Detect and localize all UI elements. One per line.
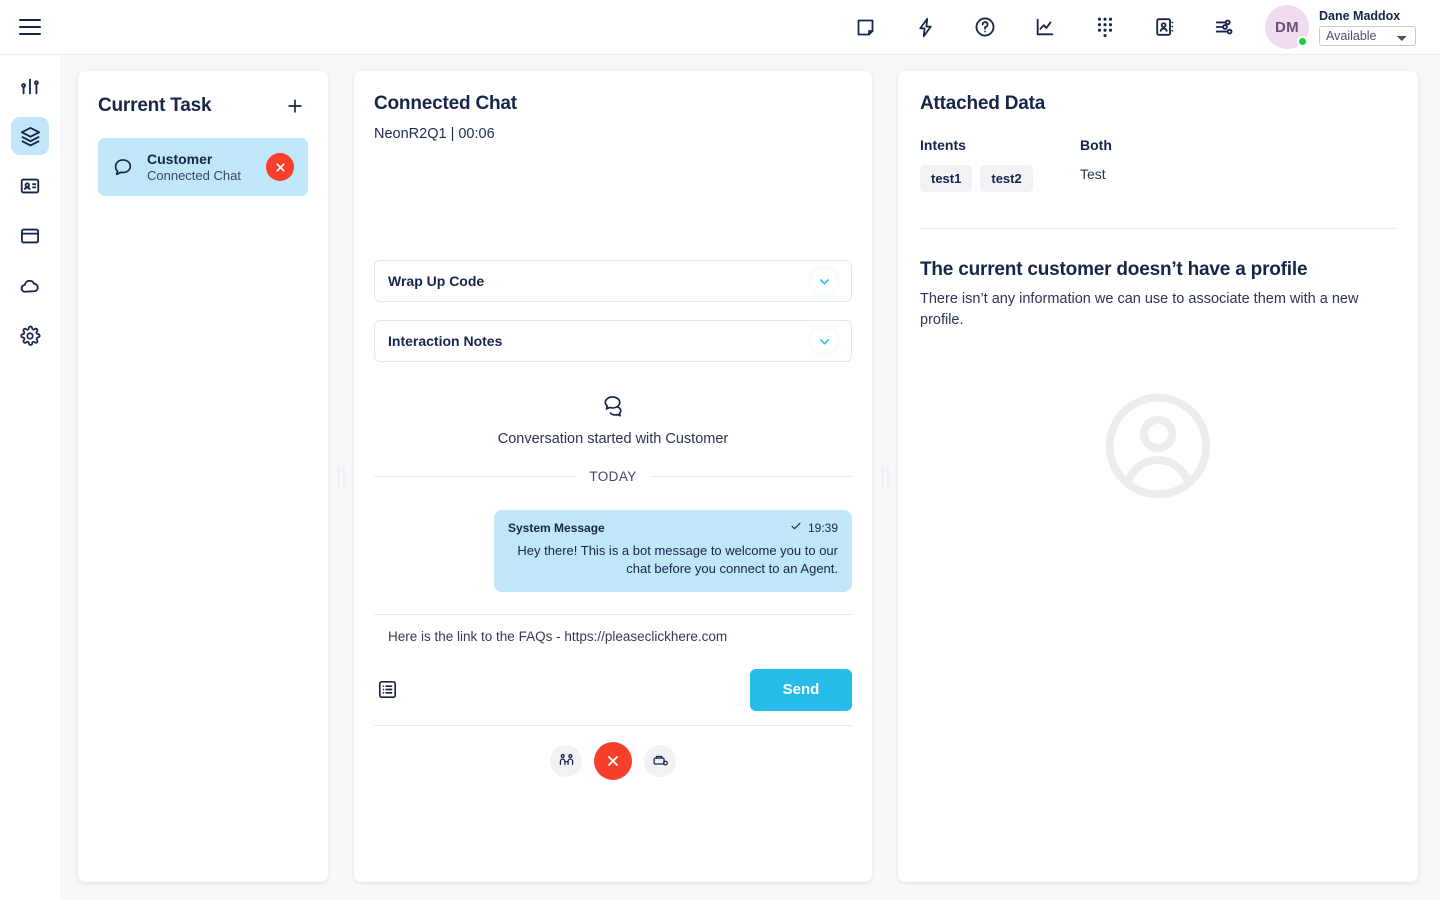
message-author: System Message [508,521,605,535]
separator-line-left [374,476,575,477]
interaction-controls [374,742,852,786]
add-task-icon[interactable] [282,93,308,119]
sidebar-item-cloud[interactable] [11,267,49,305]
attached-field-value: Test [1080,166,1240,182]
accordion-interaction-notes[interactable]: Interaction Notes [374,320,852,362]
dialpad-icon[interactable] [1085,7,1125,47]
current-task-panel: Current Task Customer [78,71,328,882]
topbar-icon-group [845,7,1251,47]
chat-spacer [374,142,852,260]
avatar[interactable]: DM [1265,5,1309,49]
separator-line-right [651,476,852,477]
address-book-icon[interactable] [1145,7,1185,47]
conversation-started-text: Conversation started with Customer [374,431,852,447]
profile-empty-title: The current customer doesn’t have a prof… [920,259,1396,281]
task-text: Customer Connected Chat [147,151,253,183]
send-button[interactable]: Send [750,669,852,711]
message-time: 19:39 [808,521,838,535]
workspace: Current Task Customer [60,55,1440,900]
attached-field-both: Both Test [1080,137,1240,192]
chat-title: Connected Chat [374,93,852,115]
park-interaction-button[interactable] [644,745,676,777]
composer-actions: Send [374,669,852,726]
left-nav-rail [0,55,60,900]
user-name: Dane Maddox [1319,9,1416,23]
sidebar-item-contacts[interactable] [11,167,49,205]
accordion-label: Interaction Notes [388,333,811,349]
intent-chip-list: test1 test2 [920,165,1080,192]
sliders-icon[interactable] [1205,7,1245,47]
help-circle-icon[interactable] [965,7,1005,47]
day-separator: TODAY [374,469,852,484]
chevron-down-icon [811,328,837,354]
message-bubble: System Message 19:39 Hey there! This [494,510,852,592]
task-item-customer[interactable]: Customer Connected Chat [98,138,308,196]
message-list: System Message 19:39 Hey there! This [374,510,852,592]
canned-responses-icon[interactable] [374,677,400,703]
sidebar-item-settings[interactable] [11,317,49,355]
attached-field-intents: Intents test1 test2 [920,137,1080,192]
double-chat-bubble-icon [599,405,627,422]
end-interaction-button[interactable] [594,742,632,780]
message-input[interactable]: Here is the link to the FAQs - https://p… [374,629,852,649]
attached-data-panel: Attached Data Intents test1 test2 Both T… [898,71,1418,882]
analytics-icon[interactable] [1025,7,1065,47]
panel-splitter-right[interactable] [872,71,898,882]
end-chat-button[interactable] [266,153,294,181]
drag-handle-icon [338,466,345,488]
accordion-wrap-up-code[interactable]: Wrap Up Code [374,260,852,302]
body-row: Current Task Customer [0,55,1440,900]
task-name: Customer [147,151,253,167]
note-icon[interactable] [845,7,885,47]
day-label: TODAY [589,469,636,484]
conversation-started-block: Conversation started with Customer [374,394,852,447]
hamburger-icon[interactable] [0,0,60,55]
chat-subtitle: NeonR2Q1 | 00:06 [374,126,852,142]
intent-chip[interactable]: test1 [920,165,972,192]
attached-data-fields: Intents test1 test2 Both Test [920,137,1396,192]
intent-chip[interactable]: test2 [980,165,1032,192]
panel-splitter-left[interactable] [328,71,354,882]
task-subtitle: Connected Chat [147,168,253,183]
message-meta: 19:39 [790,520,838,535]
chevron-down-icon [811,268,837,294]
accordion-label: Wrap Up Code [388,273,811,289]
top-bar: DM Dane Maddox AvailableAwayBusyOffline [0,0,1440,55]
user-meta: Dane Maddox AvailableAwayBusyOffline [1319,9,1416,46]
current-task-header: Current Task [98,93,308,119]
attached-field-key: Both [1080,137,1240,153]
chat-bubble-icon [112,156,134,178]
divider [920,228,1396,229]
sidebar-item-analytics[interactable] [11,67,49,105]
user-profile[interactable]: DM Dane Maddox AvailableAwayBusyOffline [1251,5,1440,49]
sidebar-item-window[interactable] [11,217,49,255]
attached-data-title: Attached Data [920,93,1396,115]
attached-field-key: Intents [920,137,1080,153]
page-title: Current Task [98,95,211,117]
message-composer: Here is the link to the FAQs - https://p… [374,614,852,726]
message-header: System Message 19:39 [508,520,838,535]
presence-indicator [1297,36,1308,47]
consult-transfer-button[interactable] [550,745,582,777]
connected-chat-panel: Connected Chat NeonR2Q1 | 00:06 Wrap Up … [354,71,872,882]
profile-empty-description: There isn’t any information we can use t… [920,289,1390,331]
bolt-icon[interactable] [905,7,945,47]
delivered-check-icon [790,520,802,535]
drag-handle-icon [882,466,889,488]
sidebar-item-workspace[interactable] [11,117,49,155]
user-circle-icon [920,383,1396,509]
status-select[interactable]: AvailableAwayBusyOffline [1319,26,1416,46]
message-text: Hey there! This is a bot message to welc… [508,542,838,579]
app-root: DM Dane Maddox AvailableAwayBusyOffline [0,0,1440,900]
